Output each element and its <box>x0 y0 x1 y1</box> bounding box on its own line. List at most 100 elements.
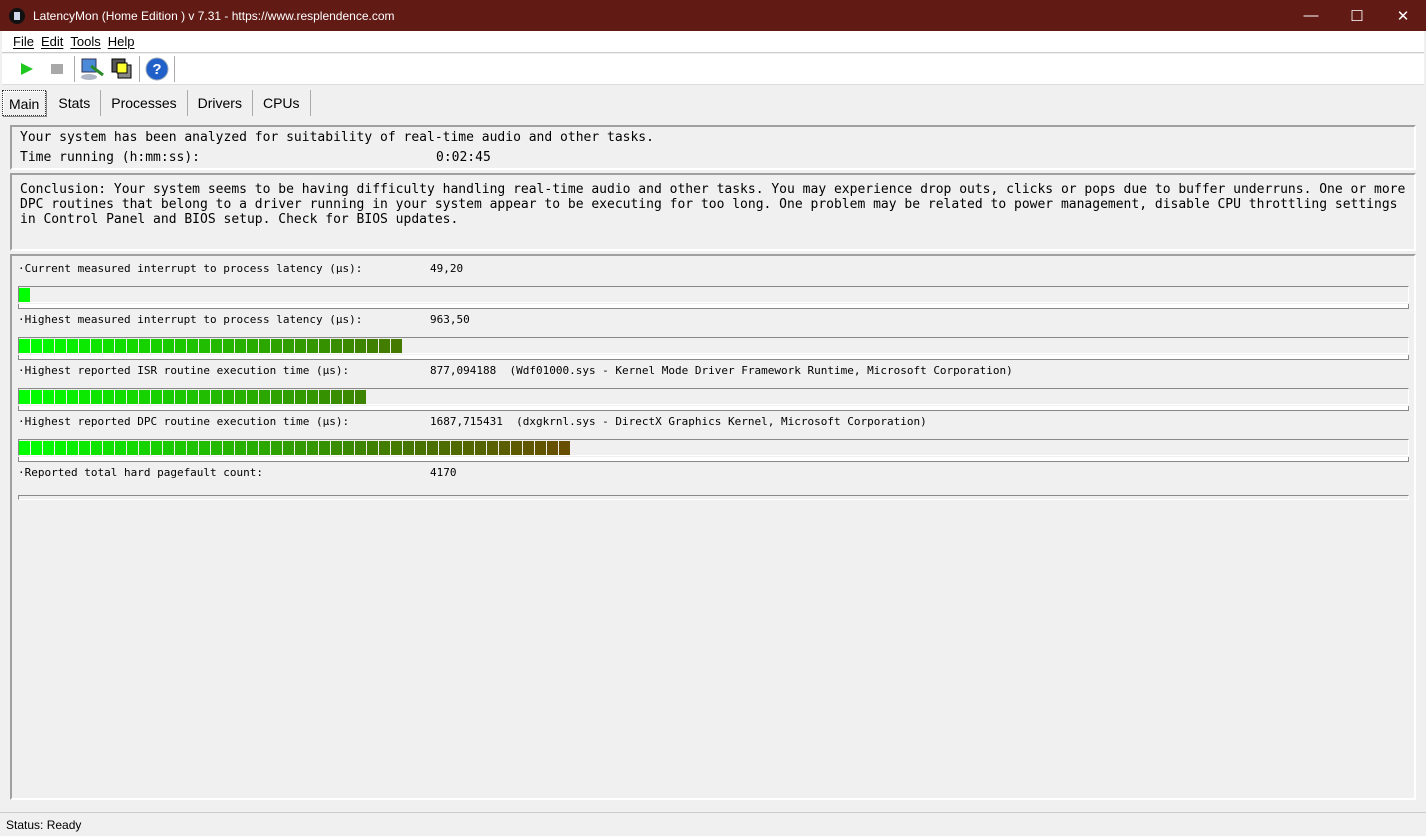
bar-segment <box>139 441 150 455</box>
bar-segment <box>403 441 414 455</box>
bar-segment <box>259 390 270 404</box>
bar-segment <box>235 339 246 353</box>
bar-segment <box>307 441 318 455</box>
bar-segment <box>55 339 66 353</box>
menu-edit[interactable]: Edit <box>41 34 63 49</box>
bar-segment <box>355 441 366 455</box>
menu-help[interactable]: Help <box>108 34 135 49</box>
bar-segment <box>211 441 222 455</box>
highest-dpc-bar <box>18 439 1409 456</box>
bar-segment <box>379 441 390 455</box>
play-icon <box>21 63 33 75</box>
bar-segment <box>31 441 42 455</box>
bar-segment <box>343 390 354 404</box>
summary-panel: Your system has been analyzed for suitab… <box>10 125 1416 170</box>
bar-segment <box>259 339 270 353</box>
title-bar: LatencyMon (Home Edition ) v 7.31 - http… <box>0 0 1426 31</box>
bar-segment <box>19 339 30 353</box>
bar-segment <box>415 441 426 455</box>
bar-segment <box>283 441 294 455</box>
bar-segment <box>271 390 282 404</box>
bar-segment <box>223 441 234 455</box>
metric-label: ·Highest reported ISR routine execution … <box>18 364 350 377</box>
bar-segment <box>103 441 114 455</box>
menu-tools[interactable]: Tools <box>70 34 100 49</box>
tab-main[interactable]: Main <box>2 90 47 116</box>
start-button[interactable] <box>12 55 42 83</box>
minimize-button[interactable]: — <box>1288 0 1334 31</box>
highest-latency-bar <box>18 337 1409 354</box>
app-icon <box>9 7 25 24</box>
toolbar: ? <box>2 54 1424 85</box>
bar-segment <box>247 339 258 353</box>
bar-segment <box>31 390 42 404</box>
tab-processes[interactable]: Processes <box>101 90 188 116</box>
bar-segment <box>223 390 234 404</box>
bar-segment <box>55 390 66 404</box>
bar-segment <box>151 441 162 455</box>
close-button[interactable]: ✕ <box>1380 0 1426 31</box>
bar-segment <box>211 339 222 353</box>
bar-segment <box>355 339 366 353</box>
stop-button[interactable] <box>42 55 72 83</box>
bar-segment <box>319 339 330 353</box>
tab-stats[interactable]: Stats <box>48 90 102 116</box>
bar-segment <box>43 339 54 353</box>
bar-segment <box>187 441 198 455</box>
help-button[interactable]: ? <box>142 55 172 83</box>
bar-segment <box>163 390 174 404</box>
bar-segment <box>19 288 30 302</box>
bar-segment <box>175 339 186 353</box>
bar-segment <box>559 441 570 455</box>
bar-segment <box>91 441 102 455</box>
bar-segment <box>55 441 66 455</box>
bar-segment <box>295 390 306 404</box>
bar-segment <box>295 339 306 353</box>
metric-label: ·Highest measured interrupt to process l… <box>18 313 363 326</box>
maximize-button[interactable]: ☐ <box>1334 0 1380 31</box>
monitor-button[interactable] <box>77 55 107 83</box>
bar-segment <box>259 441 270 455</box>
bar-baseline <box>18 406 1409 411</box>
bar-segment <box>151 339 162 353</box>
bar-segment <box>79 390 90 404</box>
menu-bar: File Edit Tools Help <box>2 31 1424 53</box>
svg-text:?: ? <box>152 61 161 78</box>
metric-label: ·Current measured interrupt to process l… <box>18 262 363 275</box>
bar-segment <box>511 441 522 455</box>
bar-segment <box>367 441 378 455</box>
bar-segment <box>391 339 402 353</box>
metric-value: 49,20 <box>430 262 464 275</box>
bar-segment <box>127 441 138 455</box>
bar-segment <box>67 339 78 353</box>
bar-baseline <box>18 355 1409 360</box>
time-running-value: 0:02:45 <box>436 150 491 165</box>
hard-pagefault-count-row: ·Reported total hard pagefault count: 417… <box>18 466 457 479</box>
tab-drivers[interactable]: Drivers <box>188 90 253 116</box>
bar-segment <box>271 441 282 455</box>
toolbar-separator <box>74 56 75 82</box>
bar-segment <box>151 390 162 404</box>
current-latency-bar <box>18 286 1409 303</box>
highest-isr-row: ·Highest reported ISR routine execution … <box>18 364 1013 377</box>
bar-segment <box>19 390 30 404</box>
bar-segment <box>91 339 102 353</box>
time-running-label: Time running (h:mm:ss): <box>20 150 201 165</box>
metric-value: 963,50 <box>430 313 470 326</box>
windows-button[interactable] <box>107 55 137 83</box>
hard-pagefault-count-bar <box>18 495 1409 500</box>
bar-segment <box>247 441 258 455</box>
bar-segment <box>319 390 330 404</box>
bar-segment <box>475 441 486 455</box>
bar-segment <box>487 441 498 455</box>
highest-dpc-row: ·Highest reported DPC routine execution … <box>18 415 927 428</box>
bar-segment <box>331 339 342 353</box>
tab-cpus[interactable]: CPUs <box>253 90 311 116</box>
bar-segment <box>283 390 294 404</box>
bar-segment <box>535 441 546 455</box>
monitor-icon <box>81 58 104 80</box>
toolbar-separator <box>139 56 140 82</box>
bar-segment <box>391 441 402 455</box>
bar-segment <box>79 339 90 353</box>
menu-file[interactable]: File <box>13 34 34 49</box>
